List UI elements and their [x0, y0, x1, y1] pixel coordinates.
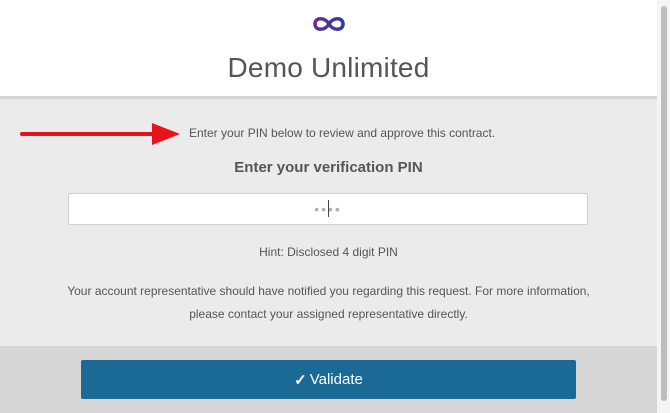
info-text: Your account representative should have … [67, 284, 590, 321]
pin-heading: Enter your verification PIN [234, 159, 423, 176]
scrollbar-thumb[interactable] [661, 6, 667, 401]
brand-title: Demo Unlimited [227, 52, 430, 83]
infinity-logo-icon [313, 17, 345, 31]
arrow-right-icon [20, 123, 180, 145]
validate-label: Validate [309, 371, 363, 388]
check-icon: ✓ [294, 371, 307, 389]
validate-button[interactable]: ✓ Validate [81, 360, 576, 399]
header: Demo Unlimited [0, 0, 657, 99]
text-caret [328, 200, 329, 217]
pin-hint: Hint: Disclosed 4 digit PIN [259, 245, 398, 259]
instruction-text: Enter your PIN below to review and appro… [189, 126, 496, 140]
